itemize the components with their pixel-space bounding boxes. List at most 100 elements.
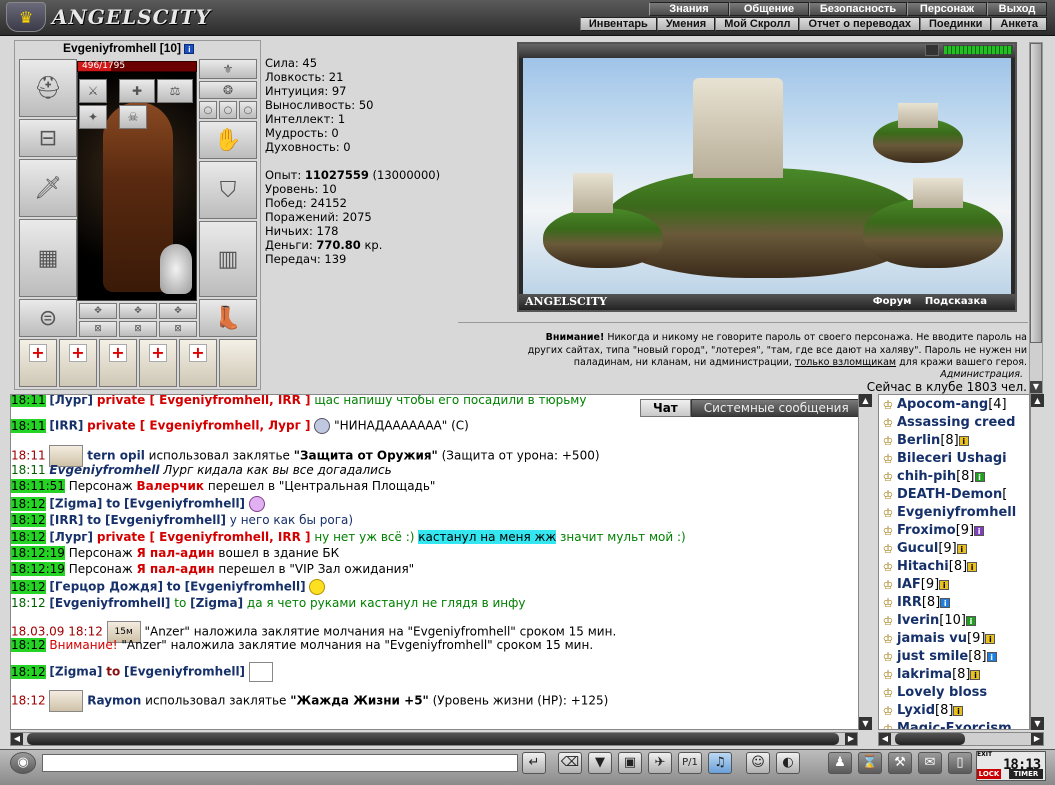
chat-horizontal-scrollbar[interactable]: ◀ ▶ [10, 732, 858, 746]
menu-exit[interactable]: Выход [987, 2, 1047, 16]
forum-link[interactable]: Форум [873, 296, 912, 307]
inventory-icon[interactable]: ♟ [828, 752, 852, 774]
sound-control[interactable] [925, 44, 1015, 56]
online-user[interactable]: ♔ Berlin[8] i [879, 433, 969, 451]
location-scene[interactable]: ANGELSCITY Форум Подсказка [517, 42, 1017, 312]
rune-slot-5[interactable]: ⊠ [119, 321, 157, 337]
scroll-slot-3[interactable]: + [99, 339, 137, 387]
online-user[interactable]: ♔ Evgeniyfromhell [879, 505, 1017, 523]
amulet-slot[interactable]: ❂ [199, 81, 257, 99]
menu-communication[interactable]: Общение [729, 2, 809, 16]
armor-slot[interactable]: ▦ [19, 219, 77, 297]
online-user[interactable]: ♔ Magic-Exorcism [879, 721, 1012, 729]
boots-slot[interactable]: 👢 [199, 299, 257, 337]
online-user[interactable]: ♔ IRR[8] i [879, 595, 951, 613]
online-user[interactable]: ♔ Bileceri Ushagi [879, 451, 1007, 469]
eraser-icon[interactable]: ⌫ [558, 752, 582, 774]
rune-slot-1[interactable]: ✥ [79, 303, 117, 319]
shield-slot[interactable]: ⛉ [199, 161, 257, 219]
helmet-slot[interactable]: ⛑ [19, 59, 77, 117]
online-user[interactable]: ♔ just smile[8] i [879, 649, 997, 667]
hourglass-icon[interactable]: ⌛ [858, 752, 882, 774]
bracers-slot[interactable]: ⊟ [19, 119, 77, 157]
tab-chat[interactable]: Чат [640, 399, 691, 417]
send-button[interactable]: ↵ [522, 752, 546, 774]
buff-slot-5[interactable]: ☠ [119, 105, 147, 129]
gloves-slot[interactable]: ✋ [199, 121, 257, 159]
lock-label[interactable]: LOCK [977, 769, 1001, 779]
scroll-slot-4[interactable]: + [139, 339, 177, 387]
ring-slot-2[interactable]: ○ [219, 101, 237, 119]
chat-mode-icon[interactable]: ◉ [10, 752, 36, 774]
exit-door-icon[interactable]: ▯ [948, 752, 972, 774]
timer-label[interactable]: TIMER [1009, 769, 1043, 779]
scroll-slot-5[interactable]: + [179, 339, 217, 387]
online-user[interactable]: ♔ IAF[9] i [879, 577, 950, 595]
online-user[interactable]: ♔ Hitachi[8] i [879, 559, 978, 577]
chat-scrollbar[interactable]: ▲ ▼ [858, 394, 872, 730]
online-user[interactable]: ♔ Apocom-ang[4] [879, 397, 1007, 415]
online-horizontal-scrollbar[interactable]: ◀ ▶ [878, 732, 1044, 746]
scroll-slot-2[interactable]: + [59, 339, 97, 387]
online-user[interactable]: ♔ Assassing creed [879, 415, 1016, 433]
online-user[interactable]: ♔ Lovely bloss [879, 685, 988, 703]
trade-icon[interactable]: ⚒ [888, 752, 912, 774]
upper-scrollbar[interactable]: ▼ [1029, 42, 1043, 394]
online-hscroll-thumb[interactable] [895, 733, 965, 745]
online-list-scrollbar[interactable]: ▲ ▼ [1030, 394, 1044, 730]
scroll-down-arrow-icon[interactable]: ▼ [1031, 717, 1044, 730]
submenu-inventory[interactable]: Инвентарь [579, 17, 657, 31]
scroll-left-arrow-icon[interactable]: ◀ [11, 733, 23, 745]
scroll-right-arrow-icon[interactable]: ▶ [845, 733, 857, 745]
hackers-link[interactable]: только взломщикам [795, 357, 896, 368]
mail-icon[interactable]: ✉ [918, 752, 942, 774]
filter-icon[interactable]: ▼ [588, 752, 612, 774]
private-filter-icon[interactable]: P/1 [678, 752, 702, 774]
volume-bar[interactable] [943, 45, 1013, 55]
buff-slot-2[interactable]: ✦ [79, 105, 107, 129]
online-user[interactable]: ♔ Iverin[10] i [879, 613, 976, 631]
buff-slot-4[interactable]: ⚖ [157, 79, 193, 103]
ring-slot-1[interactable]: ○ [199, 101, 217, 119]
hint-link[interactable]: Подсказка [925, 296, 987, 307]
scroll-right-arrow-icon[interactable]: ▶ [1031, 733, 1043, 745]
save-icon[interactable]: ▣ [618, 752, 642, 774]
speaker-icon[interactable] [925, 44, 939, 56]
online-user[interactable]: ♔ Lyxid[8] i [879, 703, 964, 721]
menu-security[interactable]: Безопасность [809, 2, 907, 16]
scroll-down-arrow-icon[interactable]: ▼ [1030, 381, 1042, 393]
submenu-transfer-report[interactable]: Отчет о переводах [799, 17, 921, 31]
info-icon[interactable]: i [184, 43, 195, 54]
rune-slot-2[interactable]: ✥ [119, 303, 157, 319]
smiley-picker-icon[interactable]: ☺ [746, 752, 770, 774]
sound-icon[interactable]: ◐ [776, 752, 800, 774]
game-clock[interactable]: EXIT 18:13 LOCK TIMER [976, 751, 1046, 781]
online-user[interactable]: ♔ lakrima[8] i [879, 667, 981, 685]
menu-knowledge[interactable]: Знания [649, 2, 729, 16]
scroll-up-arrow-icon[interactable]: ▲ [859, 394, 872, 407]
exit-label[interactable]: EXIT [977, 751, 992, 758]
scroll-up-arrow-icon[interactable]: ▲ [1031, 394, 1044, 407]
submenu-duels[interactable]: Поединки [920, 17, 992, 31]
online-users-list[interactable]: ♔ Apocom-ang[4] ♔ Assassing creed ♔ Berlin[… [878, 394, 1030, 730]
ring-slot-3[interactable]: ○ [239, 101, 257, 119]
online-user[interactable]: ♔ DEATH-Demon[ [879, 487, 1008, 505]
online-user[interactable]: ♔ jamais vu[9] i [879, 631, 996, 649]
submenu-skills[interactable]: Умения [656, 17, 716, 31]
menu-character[interactable]: Персонаж [907, 2, 987, 16]
buff-slot-1[interactable]: ⚔ [79, 79, 107, 103]
online-user[interactable]: ♔ chih-pih[8] i [879, 469, 985, 487]
rune-slot-3[interactable]: ✥ [159, 303, 197, 319]
tab-system-messages[interactable]: Системные сообщения [690, 399, 862, 417]
music-icon[interactable]: ♫ [708, 752, 732, 774]
walk-icon[interactable]: ✈ [648, 752, 672, 774]
pants-slot[interactable]: ▥ [199, 221, 257, 297]
online-user[interactable]: ♔ Gucul[9] i [879, 541, 967, 559]
belt-slot[interactable]: ⊜ [19, 299, 77, 337]
scroll-slot-1[interactable]: + [19, 339, 57, 387]
scroll-down-arrow-icon[interactable]: ▼ [859, 717, 872, 730]
upper-scrollbar-thumb[interactable] [1030, 43, 1042, 343]
weapon-slot[interactable]: 🗡 [19, 159, 77, 217]
buff-slot-3[interactable]: ✚ [119, 79, 155, 103]
submenu-profile[interactable]: Анкета [991, 17, 1047, 31]
